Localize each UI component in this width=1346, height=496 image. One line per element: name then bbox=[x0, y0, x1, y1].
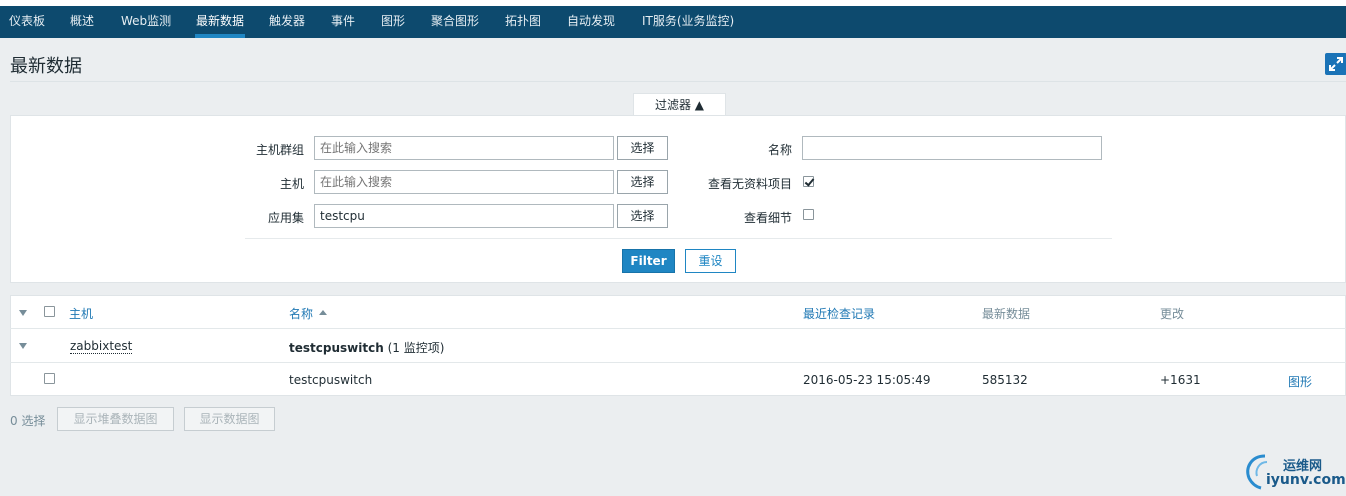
select-all-checkbox[interactable] bbox=[44, 306, 55, 317]
column-host[interactable]: 主机 bbox=[69, 305, 93, 322]
header-divider bbox=[10, 328, 1346, 329]
host-select-button[interactable]: 选择 bbox=[617, 170, 668, 194]
column-last-value: 最新数据 bbox=[982, 307, 1031, 321]
graph-button[interactable]: 显示数据图 bbox=[184, 407, 275, 431]
nav-maps[interactable]: 拓扑图 bbox=[505, 6, 541, 38]
host-link[interactable]: zabbixtest bbox=[70, 339, 133, 354]
nav-dashboard[interactable]: 仪表板 bbox=[9, 6, 45, 38]
item-last-check: 2016-05-23 15:05:49 bbox=[803, 373, 931, 387]
application-input[interactable] bbox=[314, 204, 614, 228]
application-select-button[interactable]: 选择 bbox=[617, 204, 668, 228]
column-change: 更改 bbox=[1160, 307, 1185, 321]
host-group-select-button[interactable]: 选择 bbox=[617, 136, 668, 160]
fullscreen-icon bbox=[1329, 57, 1343, 71]
nav-screens[interactable]: 聚合图形 bbox=[431, 6, 479, 38]
application-item-count: (1 监控项) bbox=[387, 341, 445, 355]
collapse-all-icon[interactable] bbox=[19, 310, 27, 316]
selected-count: 0 选择 bbox=[10, 414, 46, 428]
name-input[interactable] bbox=[802, 136, 1102, 160]
application-name: testcpuswitch bbox=[289, 341, 384, 355]
nav-triggers[interactable]: 触发器 bbox=[269, 6, 305, 38]
filter-panel bbox=[10, 115, 1346, 283]
reset-button[interactable]: 重设 bbox=[685, 249, 736, 273]
show-details-label: 查看细节 bbox=[743, 211, 792, 225]
filter-button[interactable]: Filter bbox=[622, 249, 675, 273]
filter-tab[interactable]: 过滤器 ▲ bbox=[633, 93, 726, 116]
show-details-checkbox[interactable] bbox=[803, 209, 814, 220]
nav-events[interactable]: 事件 bbox=[331, 6, 355, 38]
watermark-line2: iyunv.com bbox=[1266, 472, 1346, 488]
item-change: +1631 bbox=[1160, 373, 1201, 387]
item-name: testcpuswitch bbox=[289, 373, 373, 387]
column-name[interactable]: 名称 bbox=[289, 305, 313, 322]
nav-web-monitoring[interactable]: Web监测 bbox=[121, 6, 171, 38]
page-title: 最新数据 bbox=[10, 56, 82, 77]
stacked-graph-button[interactable]: 显示堆叠数据图 bbox=[57, 407, 174, 431]
group-divider bbox=[10, 362, 1346, 363]
show-without-data-checkbox[interactable] bbox=[803, 176, 814, 187]
item-graph-link[interactable]: 图形 bbox=[1288, 373, 1312, 390]
filter-divider bbox=[245, 238, 1112, 239]
host-group-input[interactable] bbox=[314, 136, 614, 160]
main-nav: 仪表板 概述 Web监测 最新数据 触发器 事件 图形 聚合图形 拓扑图 自动发… bbox=[0, 6, 1346, 38]
host-input[interactable] bbox=[314, 170, 614, 194]
latest-data-table bbox=[10, 295, 1346, 396]
collapse-group-icon[interactable] bbox=[19, 343, 27, 349]
nav-graphs[interactable]: 图形 bbox=[381, 6, 405, 38]
column-last-check[interactable]: 最近检查记录 bbox=[803, 305, 875, 322]
host-group-label: 主机群组 bbox=[255, 143, 304, 157]
item-checkbox[interactable] bbox=[44, 373, 55, 384]
nav-active-indicator bbox=[195, 34, 245, 38]
title-divider bbox=[10, 81, 1346, 82]
show-without-data-label: 查看无资料项目 bbox=[707, 177, 792, 191]
nav-discovery[interactable]: 自动发现 bbox=[567, 6, 615, 38]
nav-overview[interactable]: 概述 bbox=[70, 6, 94, 38]
item-last-value: 585132 bbox=[982, 373, 1028, 387]
nav-it-services[interactable]: IT服务(业务监控) bbox=[642, 6, 734, 38]
application-group-row: testcpuswitch (1 监控项) bbox=[289, 339, 444, 356]
fullscreen-button[interactable] bbox=[1325, 53, 1346, 75]
host-label: 主机 bbox=[279, 177, 304, 191]
name-label: 名称 bbox=[767, 143, 792, 157]
sort-asc-icon bbox=[319, 310, 327, 315]
application-label: 应用集 bbox=[267, 211, 304, 225]
